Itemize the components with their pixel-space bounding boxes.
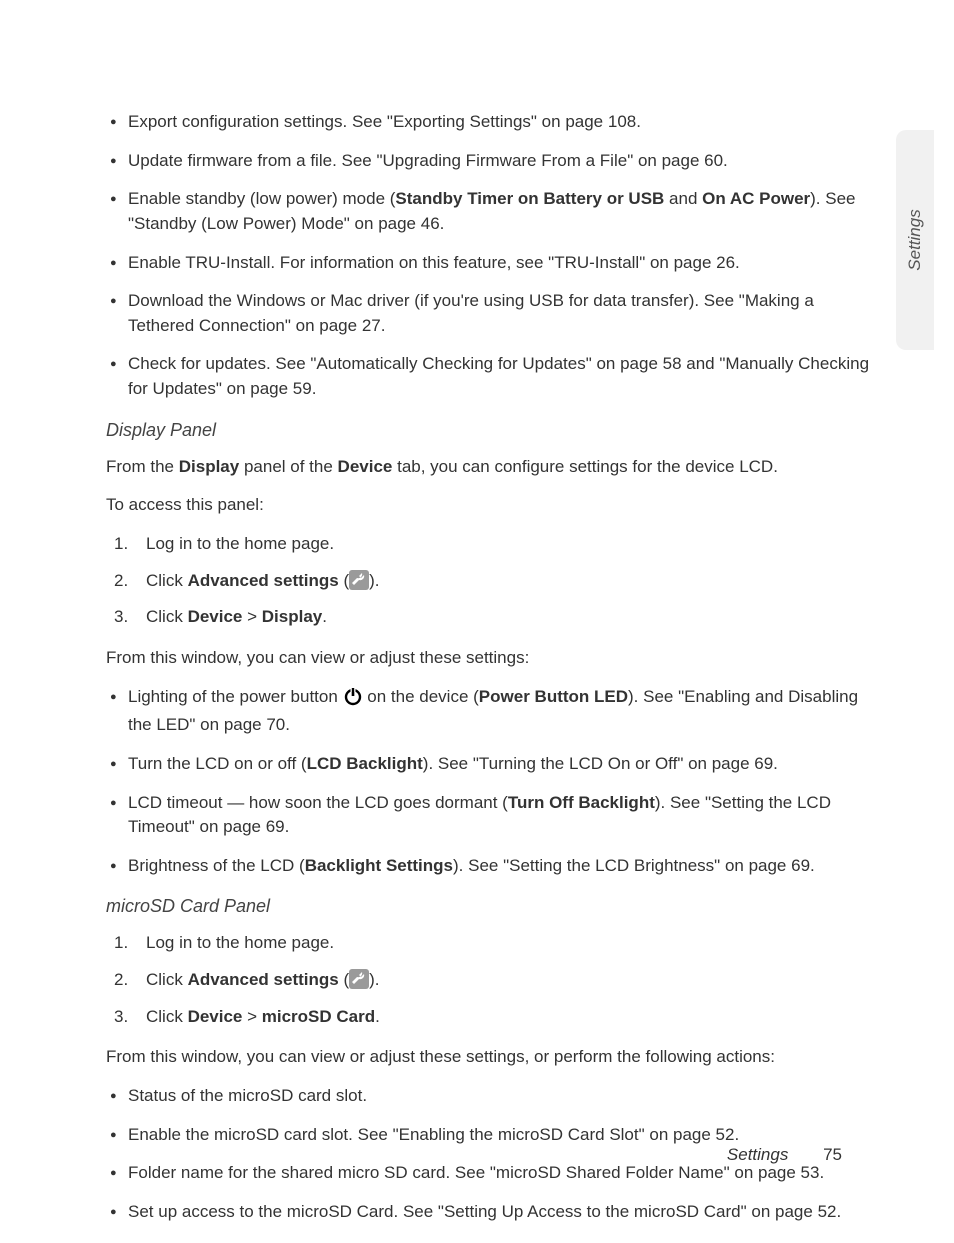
paragraph: From this window, you can view or adjust… xyxy=(106,1045,876,1070)
list-item: Lighting of the power button on the devi… xyxy=(106,685,876,738)
text: Log in to the home page. xyxy=(146,534,334,553)
text: From the xyxy=(106,457,179,476)
text: Click xyxy=(146,607,188,626)
text: LCD timeout — how soon the LCD goes dorm… xyxy=(128,793,508,812)
bold-text: Device xyxy=(188,607,243,626)
list-item: Set up access to the microSD Card. See "… xyxy=(106,1200,876,1225)
microsd-steps: Log in to the home page. Click Advanced … xyxy=(106,931,876,1029)
text: ). See "Setting the LCD Brightness" on p… xyxy=(453,856,815,875)
text: . xyxy=(322,607,327,626)
text: ). xyxy=(369,970,379,989)
bold-text: On AC Power xyxy=(702,189,810,208)
list-item: LCD timeout — how soon the LCD goes dorm… xyxy=(106,791,876,840)
text: Enable the microSD card slot. See "Enabl… xyxy=(128,1125,739,1144)
list-item: Export configuration settings. See "Expo… xyxy=(106,110,876,135)
page-footer: Settings 75 xyxy=(727,1145,842,1165)
text: Click xyxy=(146,970,188,989)
top-bullet-list: Export configuration settings. See "Expo… xyxy=(106,110,876,402)
wrench-icon xyxy=(349,969,369,989)
list-item: Update firmware from a file. See "Upgrad… xyxy=(106,149,876,174)
text: Export configuration settings. See "Expo… xyxy=(128,112,641,131)
step-item: Click Advanced settings (). xyxy=(106,569,876,594)
text: tab, you can configure settings for the … xyxy=(392,457,778,476)
list-item: Check for updates. See "Automatically Ch… xyxy=(106,352,876,401)
bold-text: Advanced settings xyxy=(188,970,339,989)
text: Brightness of the LCD ( xyxy=(128,856,305,875)
text: ( xyxy=(339,970,349,989)
text: Lighting of the power button xyxy=(128,687,343,706)
bold-text: LCD Backlight xyxy=(307,754,423,773)
text: ). See "Turning the LCD On or Off" on pa… xyxy=(423,754,778,773)
bold-text: Backlight Settings xyxy=(305,856,453,875)
bold-text: Device xyxy=(188,1007,243,1026)
section-side-label: Settings xyxy=(905,209,925,270)
text: Set up access to the microSD Card. See "… xyxy=(128,1202,841,1221)
paragraph: To access this panel: xyxy=(106,493,876,518)
text: Enable TRU-Install. For information on t… xyxy=(128,253,740,272)
text: Log in to the home page. xyxy=(146,933,334,952)
text: on the device ( xyxy=(363,687,479,706)
step-item: Click Device > microSD Card. xyxy=(106,1005,876,1030)
text: ). xyxy=(369,571,379,590)
text: panel of the xyxy=(239,457,337,476)
text: . xyxy=(375,1007,380,1026)
bold-text: Power Button LED xyxy=(479,687,628,706)
bold-text: Device xyxy=(338,457,393,476)
list-item: Status of the microSD card slot. xyxy=(106,1084,876,1109)
step-item: Click Device > Display. xyxy=(106,605,876,630)
heading-microsd-panel: microSD Card Panel xyxy=(106,896,876,917)
text: and xyxy=(664,189,702,208)
bold-text: Advanced settings xyxy=(188,571,339,590)
text: Click xyxy=(146,571,188,590)
bold-text: Display xyxy=(262,607,322,626)
text: Download the Windows or Mac driver (if y… xyxy=(128,291,814,335)
paragraph: From the Display panel of the Device tab… xyxy=(106,455,876,480)
heading-display-panel: Display Panel xyxy=(106,420,876,441)
bold-text: microSD Card xyxy=(262,1007,375,1026)
text: Status of the microSD card slot. xyxy=(128,1086,367,1105)
text: Folder name for the shared micro SD card… xyxy=(128,1163,824,1182)
list-item: Enable standby (low power) mode (Standby… xyxy=(106,187,876,236)
display-steps: Log in to the home page. Click Advanced … xyxy=(106,532,876,630)
text: Turn the LCD on or off ( xyxy=(128,754,307,773)
step-item: Log in to the home page. xyxy=(106,931,876,956)
list-item: Enable TRU-Install. For information on t… xyxy=(106,251,876,276)
text: Click xyxy=(146,1007,188,1026)
text: > xyxy=(242,1007,261,1026)
paragraph: From this window, you can view or adjust… xyxy=(106,646,876,671)
list-item: Download the Windows or Mac driver (if y… xyxy=(106,289,876,338)
display-bullet-list: Lighting of the power button on the devi… xyxy=(106,685,876,879)
power-icon xyxy=(343,686,363,714)
text: ( xyxy=(339,571,349,590)
text: > xyxy=(242,607,261,626)
list-item: Brightness of the LCD (Backlight Setting… xyxy=(106,854,876,879)
text: Enable standby (low power) mode ( xyxy=(128,189,395,208)
bold-text: Standby Timer on Battery or USB xyxy=(395,189,664,208)
text: Check for updates. See "Automatically Ch… xyxy=(128,354,869,398)
bold-text: Turn Off Backlight xyxy=(508,793,655,812)
bold-text: Display xyxy=(179,457,239,476)
wrench-icon xyxy=(349,570,369,590)
page-content: Export configuration settings. See "Expo… xyxy=(106,110,876,1243)
section-side-tab: Settings xyxy=(896,130,934,350)
list-item: Turn the LCD on or off (LCD Backlight). … xyxy=(106,752,876,777)
footer-section: Settings xyxy=(727,1145,788,1164)
step-item: Click Advanced settings (). xyxy=(106,968,876,993)
step-item: Log in to the home page. xyxy=(106,532,876,557)
list-item: Enable the microSD card slot. See "Enabl… xyxy=(106,1123,876,1148)
footer-page-number: 75 xyxy=(823,1145,842,1164)
text: Update firmware from a file. See "Upgrad… xyxy=(128,151,728,170)
